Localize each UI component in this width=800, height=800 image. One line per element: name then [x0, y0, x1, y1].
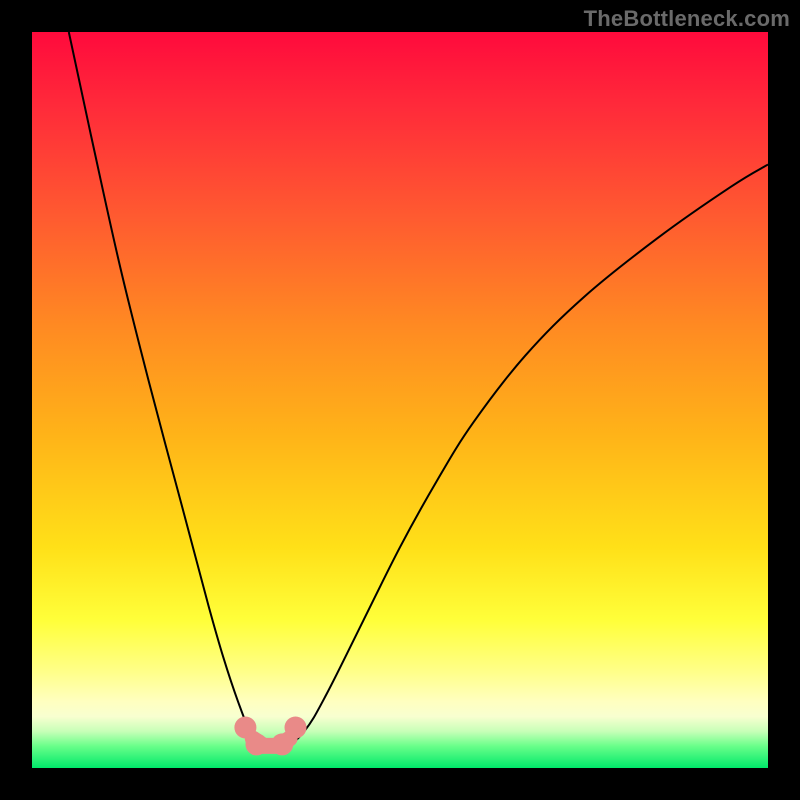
watermark-text: TheBottleneck.com — [584, 6, 790, 32]
chart-area — [32, 32, 768, 768]
marker-dot — [246, 733, 268, 755]
marker-dot — [285, 717, 307, 739]
bottleneck-curve — [69, 32, 768, 752]
plot-svg — [32, 32, 768, 768]
